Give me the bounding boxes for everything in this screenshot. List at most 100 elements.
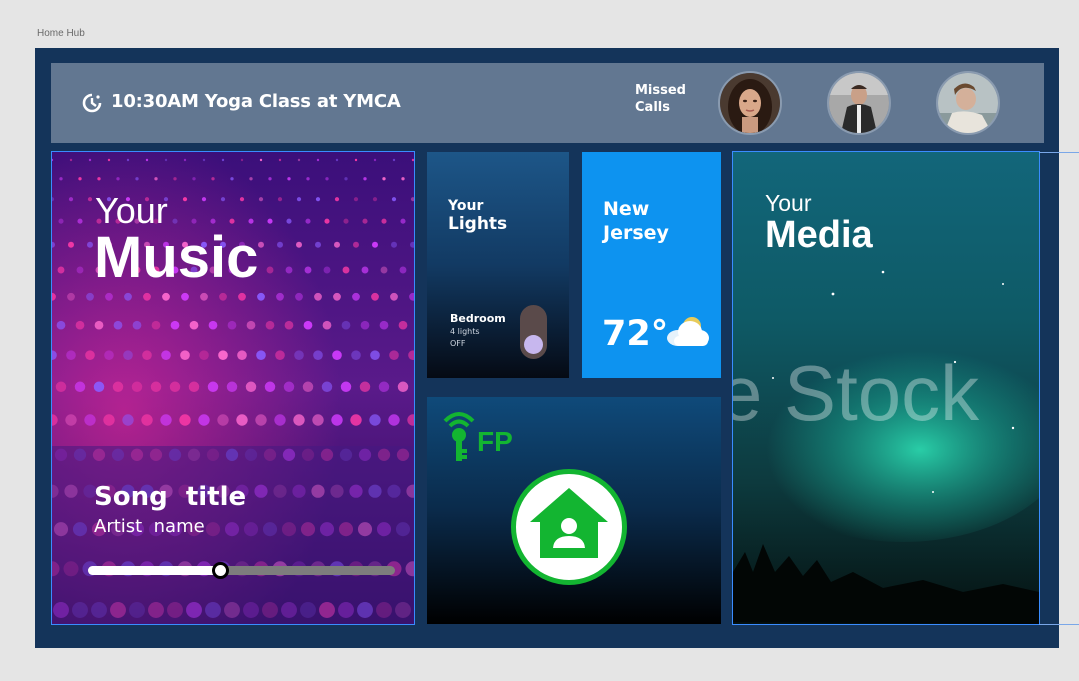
bokeh-dot: [341, 320, 351, 330]
bokeh-dot: [113, 320, 123, 330]
lights-tile[interactable]: Your Lights Bedroom 4 lights OFF: [427, 152, 569, 378]
bokeh-dot: [236, 414, 248, 426]
bokeh-dot: [211, 177, 215, 181]
bokeh-dot: [181, 292, 189, 301]
wireless-key-icon: FP: [443, 412, 513, 461]
bokeh-dot: [331, 414, 343, 426]
bokeh-dot: [69, 158, 73, 162]
light-state: OFF: [450, 339, 466, 348]
bokeh-dot: [378, 381, 390, 393]
playback-progress-bar[interactable]: [88, 562, 395, 579]
bokeh-dot: [103, 414, 115, 426]
bokeh-dot: [381, 218, 387, 224]
bokeh-dot: [208, 320, 218, 330]
bokeh-dot: [55, 381, 67, 393]
bokeh-dot: [388, 414, 400, 426]
guide-line: [1039, 152, 1079, 153]
bokeh-dot: [122, 414, 134, 426]
lights-label-big: Lights: [448, 214, 508, 234]
avatar-woman-icon: [720, 73, 780, 133]
music-label-big: Music: [94, 225, 259, 290]
toggle-knob: [524, 335, 543, 354]
missed-call-avatar-1[interactable]: [718, 71, 782, 135]
bokeh-dot: [249, 177, 253, 181]
media-label-big: Media: [765, 214, 873, 256]
bokeh-dot: [68, 241, 74, 248]
bokeh-dot: [293, 414, 305, 426]
bokeh-dot: [353, 197, 359, 202]
missed-calls-label: Missed Calls: [635, 83, 686, 115]
home-user-icon: [530, 488, 608, 558]
bokeh-dot: [379, 320, 389, 330]
cloud-sun-icon: [667, 317, 709, 346]
bokeh-dot: [207, 381, 219, 393]
music-tile[interactable]: Your Music Song title Artist name: [51, 151, 415, 625]
weather-tile[interactable]: New Jersey 72°: [582, 152, 721, 378]
bokeh-dot: [354, 158, 358, 162]
bokeh-dot: [151, 320, 161, 330]
bokeh-dot: [93, 381, 105, 393]
bokeh-dot: [94, 320, 104, 330]
bokeh-dot: [277, 197, 283, 202]
bokeh-dot: [370, 350, 380, 360]
bokeh-dot: [362, 218, 368, 224]
bokeh-dot: [389, 350, 399, 360]
bokeh-dot: [170, 320, 180, 330]
bokeh-dot: [266, 266, 274, 274]
bokeh-dot: [182, 197, 188, 202]
bokeh-dot: [359, 381, 371, 393]
bokeh-dot: [274, 414, 286, 426]
bokeh-dot: [191, 218, 197, 224]
bokeh-dot: [398, 320, 408, 330]
weather-temperature: 72°: [602, 314, 669, 354]
bokeh-dot: [316, 158, 320, 162]
bokeh-dot: [276, 292, 284, 301]
bokeh-dot: [323, 266, 331, 274]
bokeh-dot: [74, 381, 86, 393]
bokeh-dot: [314, 292, 322, 301]
bokeh-dot: [334, 241, 340, 248]
bokeh-dot: [371, 292, 379, 301]
bokeh-dot: [200, 292, 208, 301]
missed-call-avatar-2[interactable]: [827, 71, 891, 135]
bokeh-dot: [335, 158, 339, 162]
bokeh-dot: [305, 218, 311, 224]
bokeh-dot: [245, 381, 257, 393]
frame-label: Home Hub: [37, 28, 85, 39]
bokeh-dot: [351, 350, 361, 360]
bokeh-dot: [264, 381, 276, 393]
bokeh-dot: [143, 292, 151, 301]
fp-security-tile[interactable]: FP: [427, 397, 721, 624]
light-count: 4 lights: [450, 327, 480, 336]
bokeh-dot: [132, 320, 142, 330]
bokeh-dot: [201, 197, 207, 202]
playback-scrubber-handle[interactable]: [212, 562, 229, 579]
lights-label-small: Your: [448, 198, 484, 214]
bokeh-dot: [256, 350, 266, 360]
artist-name: Artist name: [94, 516, 205, 537]
bokeh-dot: [169, 381, 181, 393]
bokeh-dot: [302, 381, 314, 393]
reminder-text[interactable]: 10:30AM Yoga Class at YMCA: [111, 91, 401, 112]
bokeh-dot: [313, 350, 323, 360]
bokeh-dot: [210, 218, 216, 224]
missed-call-avatar-3[interactable]: [936, 71, 1000, 135]
media-label-small: Your: [765, 190, 812, 216]
bokeh-dot: [372, 241, 378, 248]
bokeh-dot: [297, 158, 301, 162]
bokeh-dot: [373, 158, 377, 162]
bokeh-dot: [322, 320, 332, 330]
bokeh-dot: [296, 241, 302, 248]
bokeh-dot: [400, 218, 406, 224]
home-user-button[interactable]: [511, 469, 627, 585]
bokeh-dot: [58, 218, 64, 224]
media-tile[interactable]: Your Media e Stock: [732, 151, 1040, 625]
bokeh-dot: [87, 197, 93, 202]
bedroom-light-toggle[interactable]: [520, 305, 547, 359]
bokeh-dot: [334, 197, 340, 202]
bokeh-dot: [180, 350, 190, 360]
bokeh-dot: [303, 320, 313, 330]
bokeh-dot: [172, 218, 178, 224]
bokeh-dot: [321, 381, 333, 393]
bokeh-dot: [67, 292, 75, 301]
